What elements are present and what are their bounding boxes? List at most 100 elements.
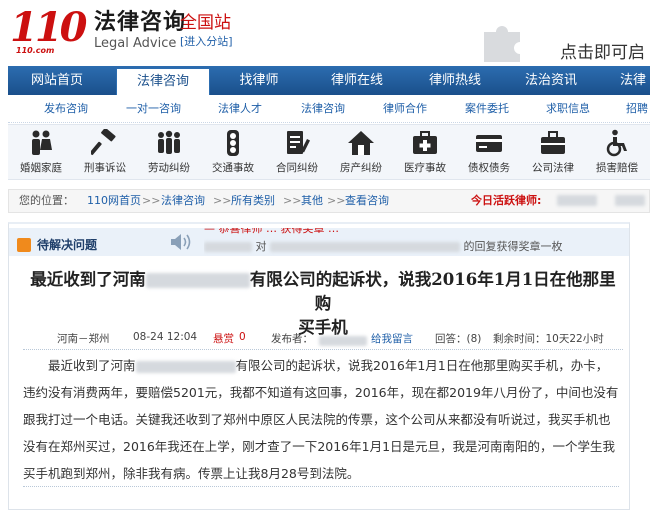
category-label: 债权债务: [468, 162, 510, 174]
category-label: 房产纠纷: [340, 162, 382, 174]
subnav-job-info[interactable]: 求职信息: [546, 95, 590, 123]
breadcrumb-separator: >>: [213, 194, 232, 207]
subnav-lawyer-cooperation[interactable]: 律师合作: [383, 95, 427, 123]
house-icon: [348, 131, 374, 155]
body-part-2: 有限公司的起诉状，说我2016年1月1日在他那里购买手机，办卡，违约没有消费两年…: [23, 358, 619, 481]
ticker-line-top: — 恭喜律师 … 获得奖章 …: [204, 228, 339, 235]
category-debt[interactable]: 债权债务: [456, 129, 522, 179]
category-labor[interactable]: 劳动纠纷: [136, 129, 202, 179]
nav-legal-news[interactable]: 法治资讯: [504, 66, 598, 95]
title-part-2: 有限公司的起诉状，说我2016年1月1日在他那里购: [249, 270, 616, 313]
traffic-light-icon: [227, 130, 239, 156]
wheelchair-icon: [606, 129, 627, 157]
category-label: 婚姻家庭: [20, 162, 62, 174]
breadcrumb-home[interactable]: 110网首页: [87, 190, 141, 212]
breadcrumb: 您的位置： 110网首页 >> 法律咨询 >> 所有类别 >> 其他 >> 查看…: [8, 189, 650, 213]
body-part-1: 最近收到了河南: [48, 358, 136, 373]
pending-question-label: 待解决问题: [37, 238, 98, 252]
workers-icon: [158, 130, 180, 154]
breadcrumb-prefix: 您的位置：: [19, 194, 74, 207]
category-label: 交通事故: [212, 162, 254, 174]
category-bar: 婚姻家庭 刑事诉讼 劳动纠纷 交通事故 合同纠纷 房产纠纷 医疗事故 债权债务: [8, 124, 650, 180]
reward-label: 悬赏: [213, 333, 234, 345]
family-icon: [32, 130, 52, 155]
nav-home[interactable]: 网站首页: [8, 66, 106, 95]
category-label: 公司法律: [532, 162, 574, 174]
briefcase-icon: [541, 131, 565, 154]
leave-message-link[interactable]: 给我留言: [371, 331, 413, 346]
category-traffic[interactable]: 交通事故: [200, 129, 266, 179]
category-medical[interactable]: 医疗事故: [392, 129, 458, 179]
breadcrumb-separator: >>: [142, 194, 161, 207]
subnav-legal-consult[interactable]: 法律咨询: [301, 95, 345, 123]
ticker-text-b: 的回复获得奖章一枚: [463, 240, 563, 253]
nav-lawyer-hotline[interactable]: 律师热线: [408, 66, 502, 95]
breadcrumb-other[interactable]: 其他: [301, 190, 323, 212]
category-damages[interactable]: 损害赔偿: [584, 129, 650, 179]
main-nav: 网站首页 法律咨询 找律师 律师在线 律师热线 法治资讯 法律: [8, 66, 650, 95]
brand-english: Legal Advice: [94, 36, 177, 51]
body-redacted: [135, 360, 236, 373]
sub-nav: 发布咨询 一对一咨询 法律人才 法律咨询 律师合作 案件委托 求职信息 招聘: [8, 95, 650, 123]
news-ticker[interactable]: — 恭喜律师 … 获得奖章 … 对 的回复获得奖章一枚: [204, 228, 629, 256]
category-label: 刑事诉讼: [84, 162, 126, 174]
subnav-post-question[interactable]: 发布咨询: [44, 95, 88, 123]
category-family[interactable]: 婚姻家庭: [8, 129, 74, 179]
category-property[interactable]: 房产纠纷: [328, 129, 394, 179]
plugin-puzzle-icon[interactable]: [478, 18, 536, 62]
question-location: 河南－郑州: [57, 333, 110, 345]
category-label: 合同纠纷: [276, 162, 318, 174]
page: 110 110.com 法律咨询 Legal Advice 全国站 [进入分站]…: [0, 0, 650, 510]
nav-legal-consult[interactable]: 法律咨询: [116, 68, 210, 95]
contract-icon: [287, 131, 310, 154]
gavel-icon: [91, 129, 116, 156]
title-redacted: [145, 273, 250, 288]
pending-question-icon: [17, 238, 31, 252]
category-company[interactable]: 公司法律: [520, 129, 586, 179]
pending-bar: 待解决问题 — 恭喜律师 … 获得奖章 … 对 的回复获得奖章一枚: [9, 228, 629, 256]
question-panel: 待解决问题 — 恭喜律师 … 获得奖章 … 对 的回复获得奖章一枚 最近收到了河…: [8, 222, 630, 510]
subnav-one-on-one[interactable]: 一对一咨询: [126, 95, 181, 123]
city-name: 全国站: [180, 13, 231, 33]
ticker-redacted: [204, 242, 252, 252]
reward-value: 0: [239, 331, 246, 343]
site-header: 110 110.com 法律咨询 Legal Advice 全国站 [进入分站]…: [0, 0, 650, 63]
reply-count: 回答：(8): [435, 333, 482, 345]
breadcrumb-separator: >>: [327, 194, 346, 207]
city-selector: 全国站 [进入分站]: [180, 12, 233, 50]
subnav-legal-talent[interactable]: 法律人才: [218, 95, 262, 123]
nav-law-more[interactable]: 法律: [604, 66, 650, 95]
ticker-text-a: 对: [255, 240, 267, 253]
medical-kit-icon: [413, 131, 437, 154]
nav-find-lawyer[interactable]: 找律师: [212, 66, 306, 95]
site-logo[interactable]: 110 110.com: [10, 6, 92, 58]
card-icon: [476, 135, 502, 152]
city-switch-link[interactable]: [进入分站]: [180, 34, 233, 50]
subnav-recruit[interactable]: 招聘: [626, 95, 648, 123]
category-label: 医疗事故: [404, 162, 446, 174]
breadcrumb-all-categories[interactable]: 所有类别: [231, 190, 275, 212]
subnav-case-delegation[interactable]: 案件委托: [465, 95, 509, 123]
question-body: 最近收到了河南 有限公司的起诉状，说我2016年1月1日在他那里购买手机，办卡，违…: [23, 352, 619, 487]
time-left: 剩余时间：10天22小时: [493, 333, 604, 345]
logo-domain: 110.com: [16, 46, 55, 55]
category-criminal[interactable]: 刑事诉讼: [72, 129, 138, 179]
brand-name: 法律咨询: [94, 10, 187, 35]
category-label: 损害赔偿: [596, 162, 638, 174]
question-date: 08-24 12:04: [133, 331, 198, 343]
brand: 法律咨询 Legal Advice: [94, 10, 186, 52]
divider: [23, 486, 619, 487]
active-lawyers-label: 今日活跃律师:: [471, 194, 542, 207]
plugin-notice[interactable]: 点击即可启: [560, 38, 645, 63]
logo-number: 110: [10, 4, 87, 51]
nav-lawyer-online[interactable]: 律师在线: [310, 66, 404, 95]
category-contract[interactable]: 合同纠纷: [264, 129, 330, 179]
breadcrumb-legal-consult[interactable]: 法律咨询: [161, 190, 205, 212]
question-meta: 河南－郑州 08-24 12:04 悬赏 0 发布者： 给我留言 回答：(8) …: [23, 328, 623, 350]
breadcrumb-separator: >>: [283, 194, 302, 207]
category-label: 劳动纠纷: [148, 162, 190, 174]
speaker-icon: [171, 234, 191, 250]
breadcrumb-view-question[interactable]: 查看咨询: [345, 190, 389, 212]
ticker-redacted: [270, 242, 460, 252]
ticker-line: 对 的回复获得奖章一枚: [204, 238, 563, 254]
